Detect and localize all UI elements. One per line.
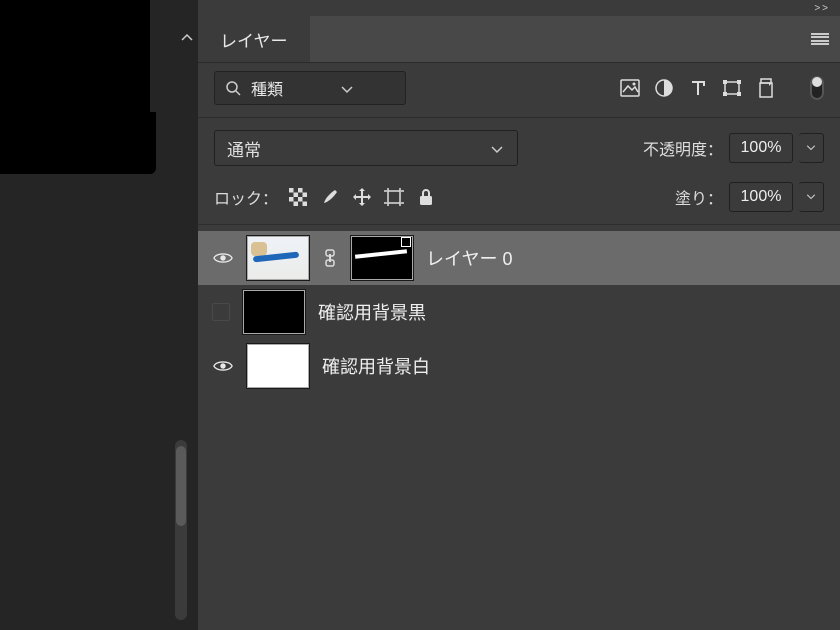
panel-expand-icon[interactable]: >> <box>198 0 840 16</box>
layer-filter-input[interactable] <box>249 78 333 98</box>
chevron-down-icon <box>341 81 355 95</box>
blend-mode-value: 通常 <box>227 136 261 161</box>
layer-name[interactable]: 確認用背景白 <box>322 353 430 379</box>
tab-label: レイヤー <box>220 27 288 52</box>
scroll-up-icon[interactable] <box>180 30 194 44</box>
layer-thumbnail[interactable] <box>246 343 310 389</box>
lock-all-icon[interactable] <box>416 187 436 207</box>
filter-smart-icon[interactable] <box>754 76 778 100</box>
filter-type-icon[interactable] <box>686 76 710 100</box>
menu-icon <box>811 33 829 45</box>
layer-thumbnail[interactable] <box>246 235 310 281</box>
fill-dropdown[interactable] <box>799 182 824 212</box>
blend-mode-select[interactable]: 通常 <box>214 130 518 166</box>
layer-list: レイヤー 0 確認用背景黒 確認用背景白 <box>198 231 840 393</box>
layer-row[interactable]: 確認用背景白 <box>198 339 840 393</box>
fill-label: 塗り： <box>675 185 723 209</box>
layer-name[interactable]: 確認用背景黒 <box>318 299 426 325</box>
vertical-scrollbar[interactable] <box>175 440 187 620</box>
visibility-toggle[interactable] <box>212 247 234 269</box>
search-icon <box>225 80 241 96</box>
panel-tabbar: レイヤー <box>198 16 840 63</box>
blend-row: 通常 不透明度： 100% <box>198 122 840 174</box>
lock-move-icon[interactable] <box>352 187 372 207</box>
lock-label: ロック： <box>214 185 278 209</box>
layer-mask-thumbnail[interactable] <box>350 235 414 281</box>
visibility-toggle[interactable] <box>212 355 234 377</box>
filter-shape-icon[interactable] <box>720 76 744 100</box>
lock-row: ロック： 塗り： 10 <box>198 174 840 220</box>
layers-panel: >> レイヤー <box>198 0 840 630</box>
layer-filter-row <box>198 63 840 113</box>
lock-pixels-icon[interactable] <box>288 187 308 207</box>
scrollbar-thumb[interactable] <box>176 446 186 526</box>
filter-toggle[interactable] <box>810 76 824 100</box>
layer-row[interactable]: レイヤー 0 <box>198 231 840 285</box>
layer-name[interactable]: レイヤー 0 <box>426 245 512 271</box>
opacity-input[interactable]: 100% <box>729 133 793 163</box>
canvas-scroll-area <box>0 0 194 630</box>
layer-filter-select[interactable] <box>214 71 406 105</box>
filter-adjust-icon[interactable] <box>652 76 676 100</box>
layer-thumbnail[interactable] <box>242 289 306 335</box>
lock-brush-icon[interactable] <box>320 187 340 207</box>
layer-row[interactable]: 確認用背景黒 <box>198 285 840 339</box>
visibility-toggle[interactable] <box>212 303 230 321</box>
opacity-dropdown[interactable] <box>799 133 824 163</box>
link-icon[interactable] <box>322 247 338 269</box>
lock-artboard-icon[interactable] <box>384 187 404 207</box>
fill-input[interactable]: 100% <box>729 182 793 212</box>
panel-menu-button[interactable] <box>800 16 840 62</box>
opacity-label: 不透明度： <box>643 136 723 160</box>
tab-layers[interactable]: レイヤー <box>198 16 310 62</box>
filter-pixel-icon[interactable] <box>618 76 642 100</box>
chevron-down-icon <box>491 141 505 155</box>
canvas-preview-black <box>0 112 156 174</box>
